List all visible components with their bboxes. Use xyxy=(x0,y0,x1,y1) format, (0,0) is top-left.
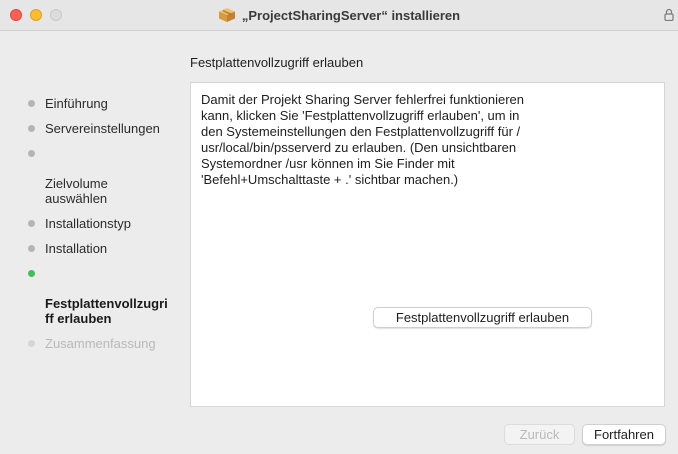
step-introduction: Einführung xyxy=(28,96,178,111)
installer-steps-sidebar: Einführung Servereinstellungen Zielvolum… xyxy=(28,96,178,361)
window-title-group: „ProjectSharingServer“ installieren xyxy=(0,0,678,30)
step-server-settings: Servereinstellungen xyxy=(28,121,178,136)
step-dot xyxy=(28,125,35,132)
step-installation: Installation xyxy=(28,241,178,256)
page-title: Festplattenvollzugriff erlauben xyxy=(190,55,364,70)
step-label: Servereinstellungen xyxy=(45,121,160,136)
content-pane: Damit der Projekt Sharing Server fehlerf… xyxy=(190,82,665,407)
step-dot-active xyxy=(28,270,35,277)
step-summary: Zusammenfassung xyxy=(28,336,178,351)
step-label: Installation xyxy=(45,241,108,256)
instructions-text: Damit der Projekt Sharing Server fehlerf… xyxy=(201,92,524,187)
step-dot xyxy=(28,245,35,252)
step-label: Festplattenvollzugri ff erlauben xyxy=(45,296,168,326)
package-icon xyxy=(218,8,235,22)
step-label: Zusammenfassung xyxy=(45,336,156,351)
installer-window: „ProjectSharingServer“ installieren Fest… xyxy=(0,0,678,454)
step-dot xyxy=(28,340,35,347)
window-title: „ProjectSharingServer“ installieren xyxy=(241,7,461,23)
back-button[interactable]: Zurück xyxy=(504,424,575,445)
step-label: Zielvolume auswählen xyxy=(45,176,108,206)
step-full-disk-access: Festplattenvollzugri ff erlauben xyxy=(28,266,178,326)
title-bar[interactable]: „ProjectSharingServer“ installieren xyxy=(0,0,678,31)
lock-icon xyxy=(664,8,674,21)
continue-button[interactable]: Fortfahren xyxy=(582,424,666,445)
step-dot xyxy=(28,100,35,107)
allow-full-disk-access-button[interactable]: Festplattenvollzugriff erlauben xyxy=(373,307,592,328)
step-dot xyxy=(28,150,35,157)
step-installation-type: Installationstyp xyxy=(28,216,178,231)
step-dot xyxy=(28,220,35,227)
step-destination: Zielvolume auswählen xyxy=(28,146,178,206)
step-label: Installationstyp xyxy=(45,216,131,231)
step-label: Einführung xyxy=(45,96,108,111)
